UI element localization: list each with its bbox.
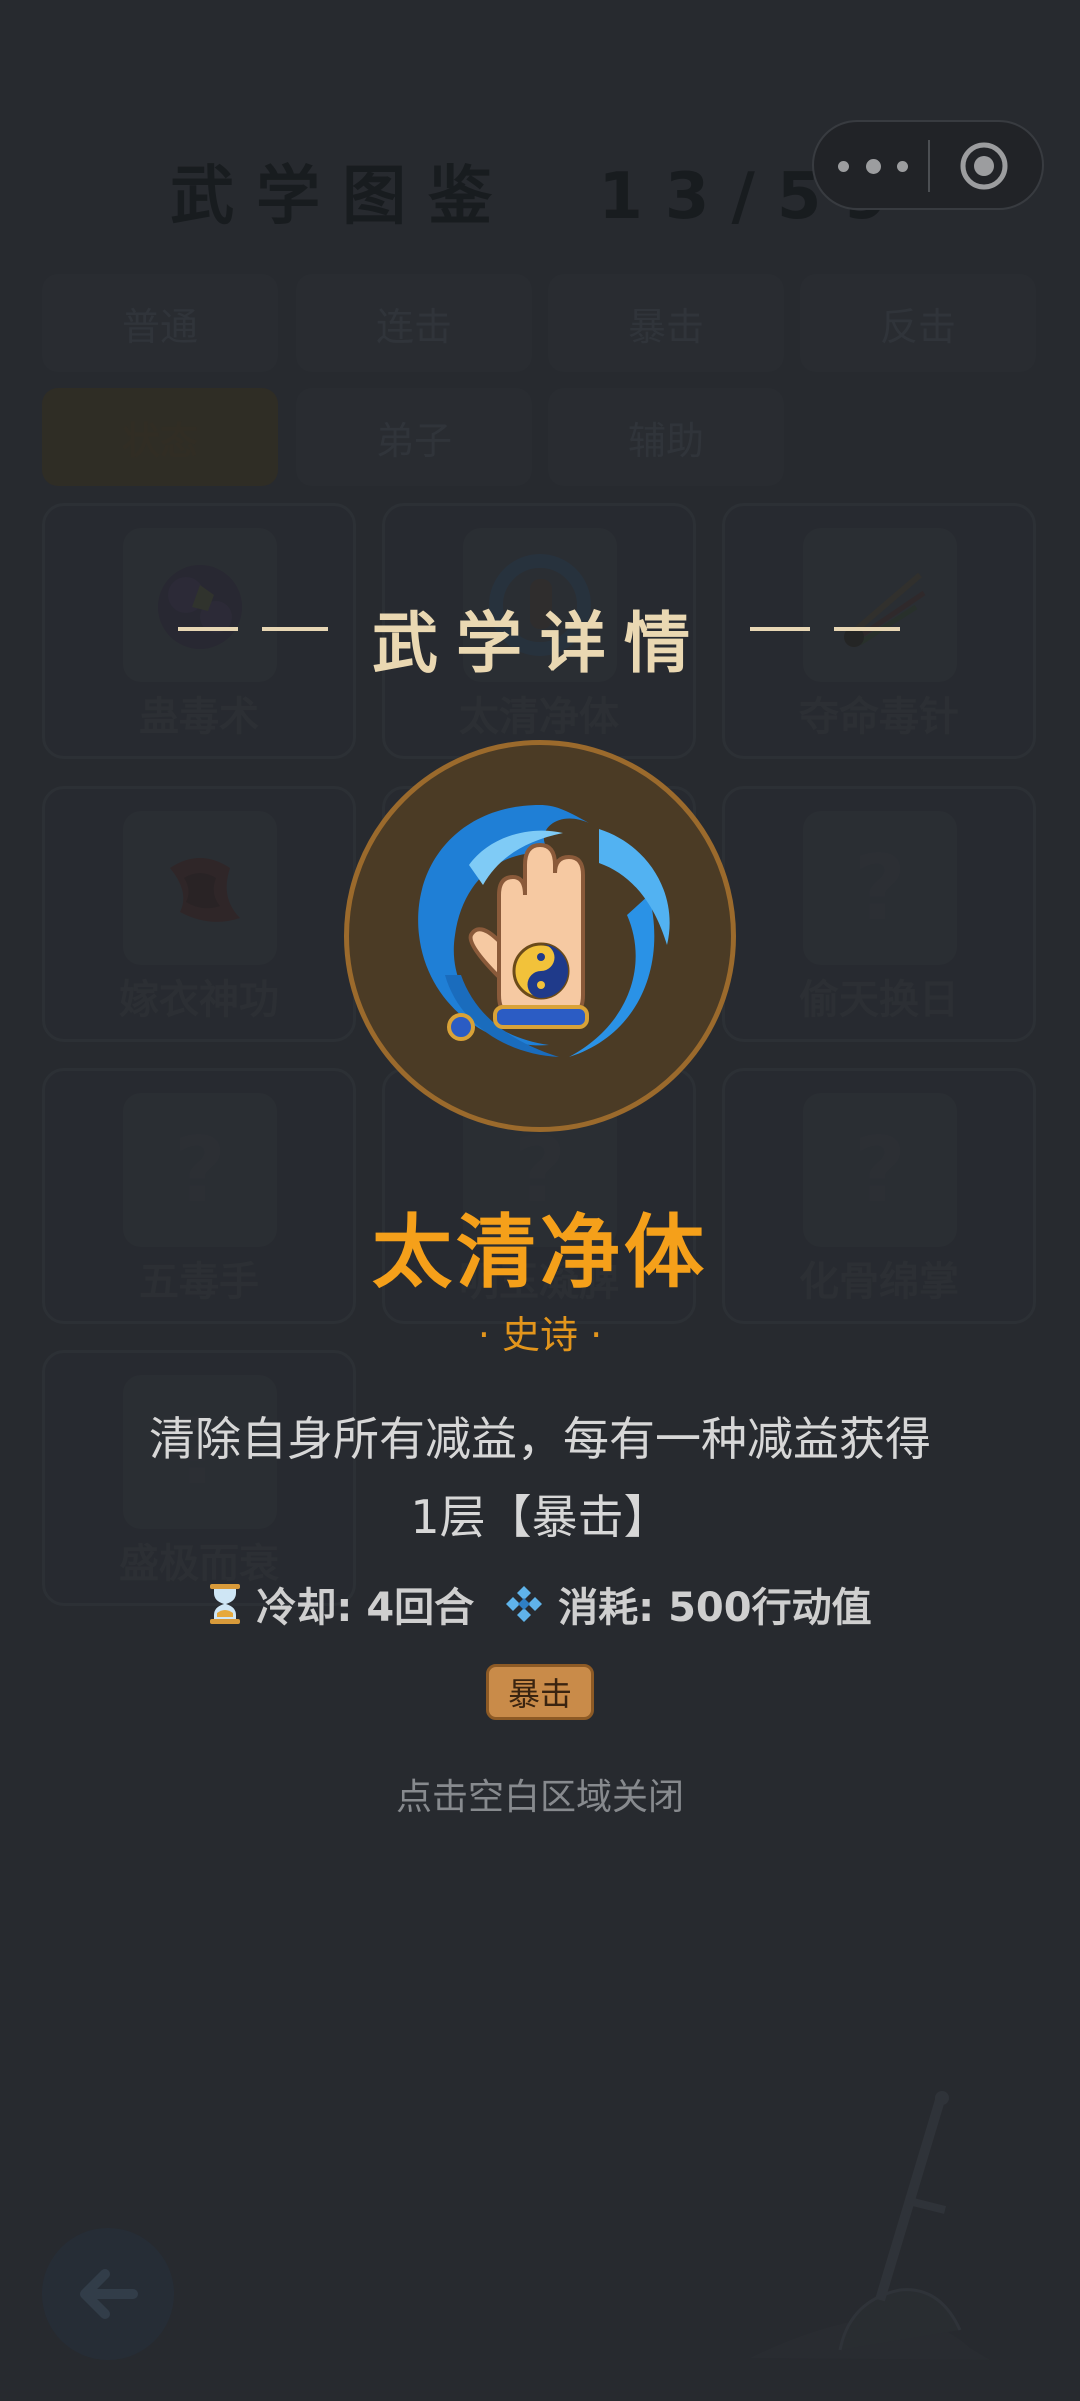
heading-dash <box>834 627 900 631</box>
cost-text: 消耗: 500行动值 <box>558 1585 872 1631</box>
skill-stats: 冷却: 4回合 消耗: 500行动值 <box>0 1575 1080 1633</box>
cooldown-text: 冷却: 4回合 <box>256 1585 475 1631</box>
skill-rarity: · 史诗 · <box>477 1313 603 1357</box>
modal-heading: 武学详情 <box>372 605 708 682</box>
close-hint: 点击空白区域关闭 <box>395 1777 684 1818</box>
hourglass-icon <box>210 1584 241 1624</box>
skill-icon-frame <box>344 740 736 1132</box>
heading-dash <box>750 627 810 631</box>
diamond-icon <box>506 1586 543 1622</box>
skill-name: 太清净体 <box>372 1206 708 1299</box>
water-palm-yinyang-icon <box>418 805 670 1057</box>
skill-tag-badge: 暴击 <box>486 1664 594 1720</box>
skill-description: 清除自身所有减益，每有一种减益获得1层【暴击】 <box>149 1412 931 1544</box>
